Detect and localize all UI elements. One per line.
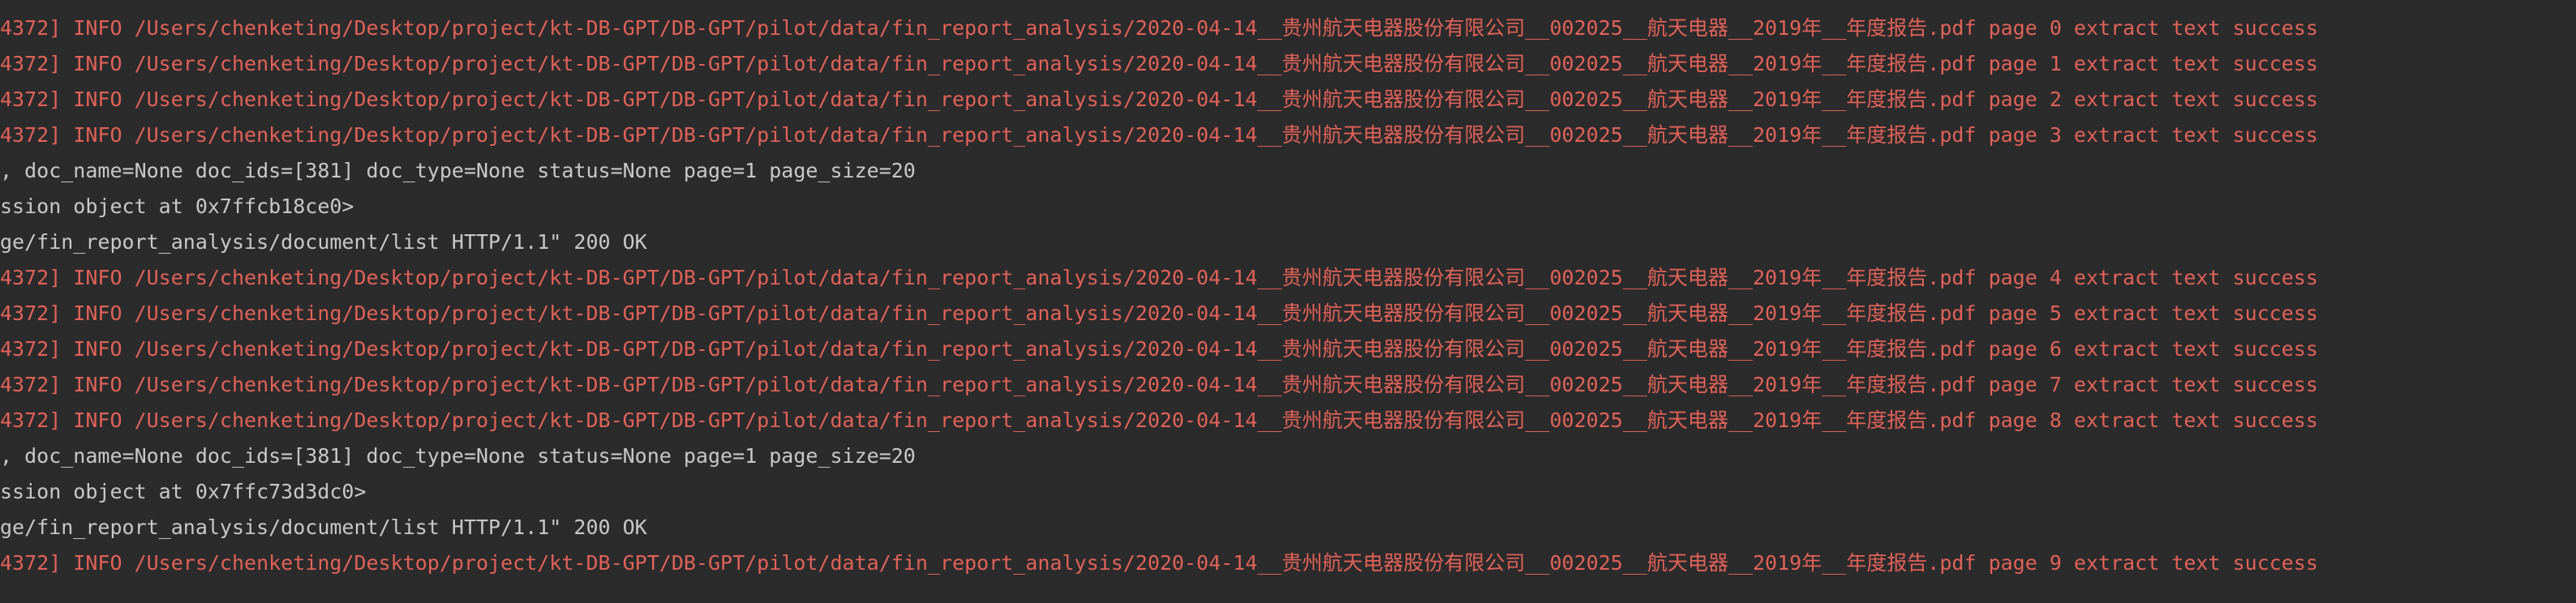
terminal-output[interactable]: 4372] INFO /Users/chenketing/Desktop/pro…: [0, 0, 2576, 603]
query-line: , doc_name=None doc_ids=[381] doc_type=N…: [0, 159, 916, 182]
log-line: 4372] INFO /Users/chenketing/Desktop/pro…: [0, 551, 2318, 575]
query-line: , doc_name=None doc_ids=[381] doc_type=N…: [0, 444, 916, 468]
session-line: ssion object at 0x7ffc73d3dc0>: [0, 480, 367, 503]
log-line: 4372] INFO /Users/chenketing/Desktop/pro…: [0, 302, 2318, 325]
log-line: 4372] INFO /Users/chenketing/Desktop/pro…: [0, 373, 2318, 396]
log-line: 4372] INFO /Users/chenketing/Desktop/pro…: [0, 266, 2318, 289]
log-line: 4372] INFO /Users/chenketing/Desktop/pro…: [0, 337, 2318, 361]
http-line: ge/fin_report_analysis/document/list HTT…: [0, 515, 647, 539]
http-line: ge/fin_report_analysis/document/list HTT…: [0, 230, 647, 254]
log-line: 4372] INFO /Users/chenketing/Desktop/pro…: [0, 88, 2318, 111]
log-line: 4372] INFO /Users/chenketing/Desktop/pro…: [0, 408, 2318, 432]
log-line: 4372] INFO /Users/chenketing/Desktop/pro…: [0, 16, 2318, 40]
log-line: 4372] INFO /Users/chenketing/Desktop/pro…: [0, 123, 2318, 147]
log-line: 4372] INFO /Users/chenketing/Desktop/pro…: [0, 52, 2318, 75]
session-line: ssion object at 0x7ffcb18ce0>: [0, 195, 354, 218]
